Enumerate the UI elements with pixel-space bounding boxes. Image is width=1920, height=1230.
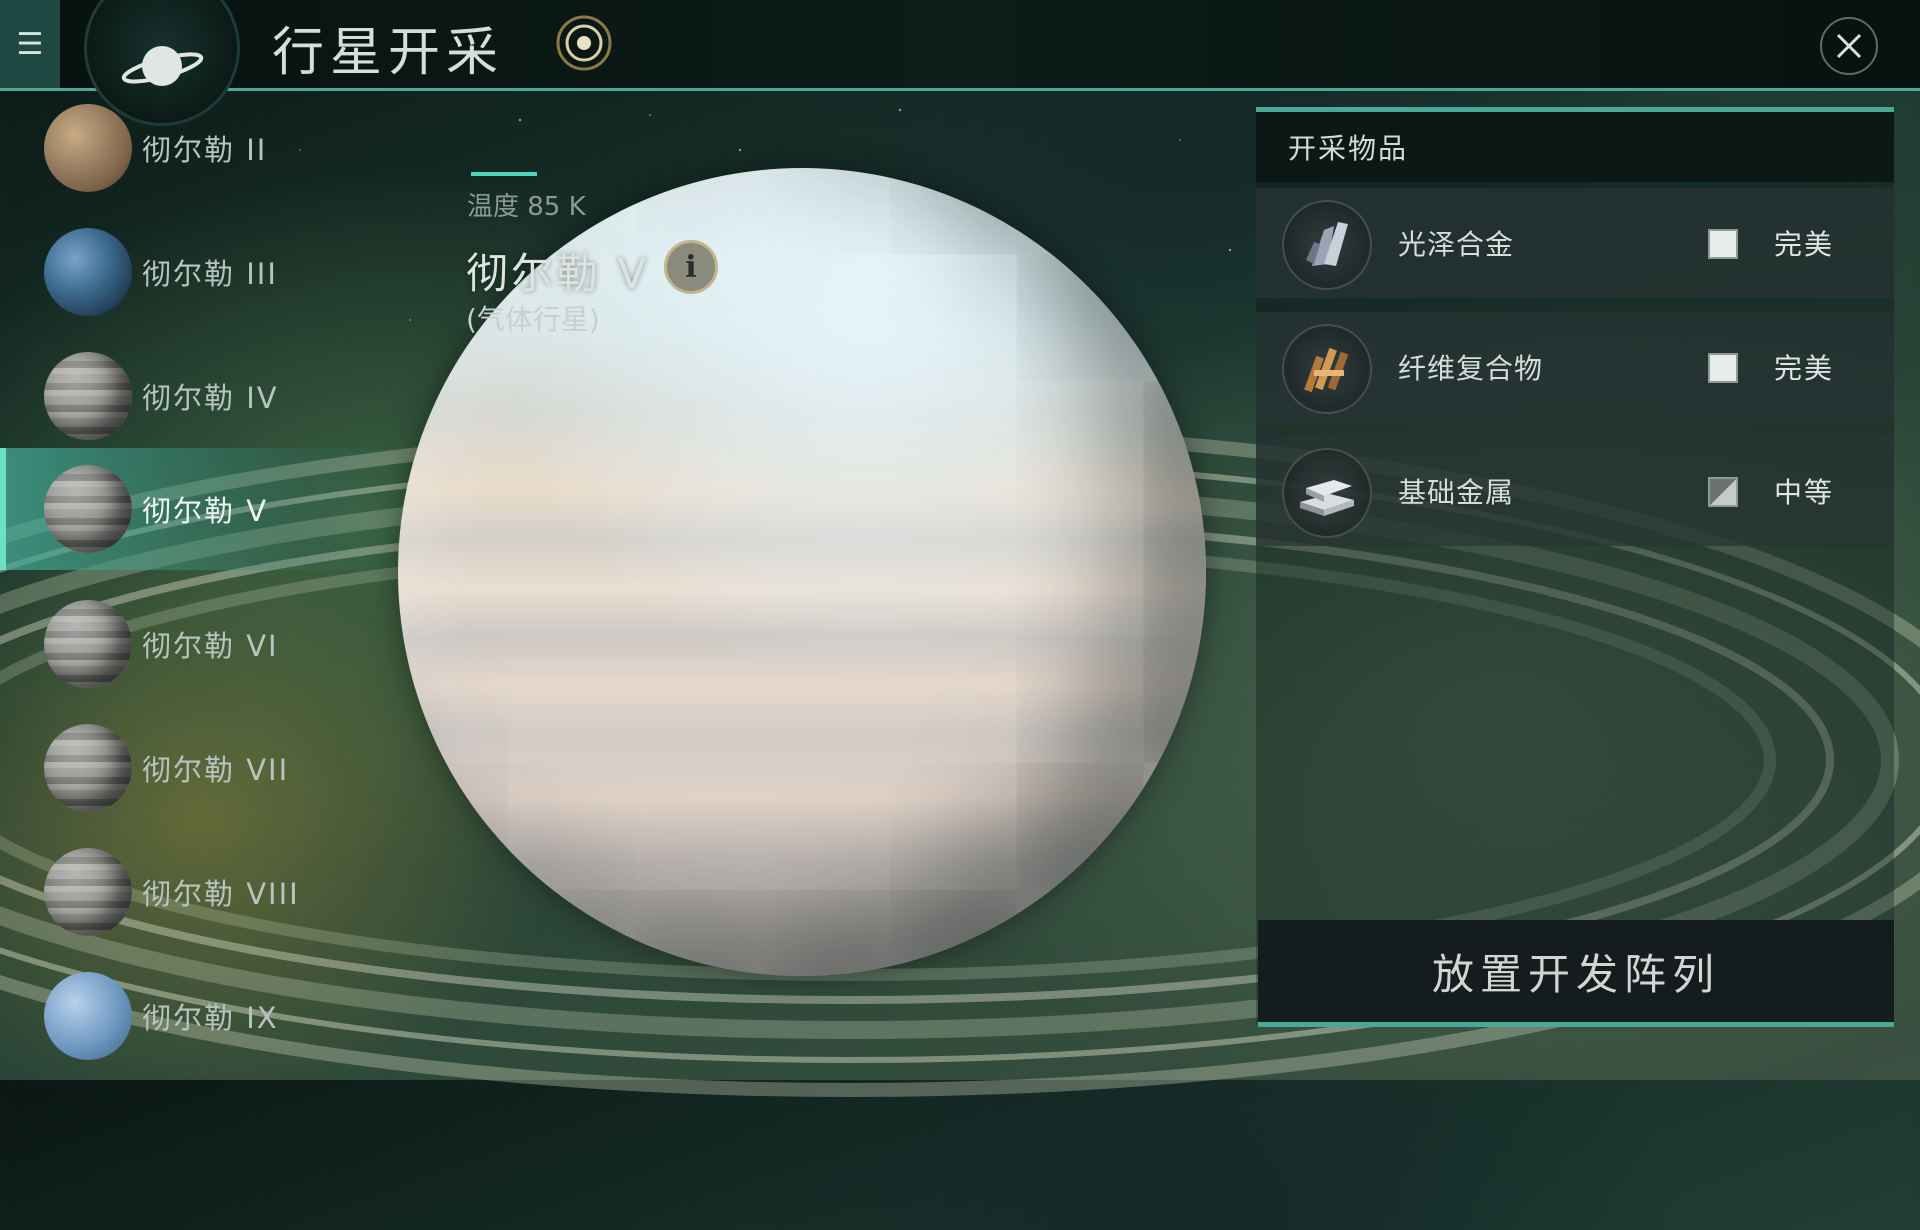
close-button[interactable] — [1820, 17, 1878, 75]
resource-row[interactable]: 基础金属 中等 — [1256, 436, 1894, 546]
resource-name: 光泽合金 — [1398, 228, 1515, 261]
planet-list-label: 彻尔勒 VI — [142, 629, 279, 663]
planet-thumbnail — [44, 600, 132, 688]
planet-name: 彻尔勒 V — [466, 249, 650, 298]
planet-list-label: 彻尔勒 VII — [142, 753, 290, 787]
temperature-label: 温度 85 K — [467, 192, 586, 222]
resource-row[interactable]: 纤维复合物 完美 — [1256, 312, 1894, 422]
deploy-array-button[interactable]: 放置开发阵列 — [1258, 920, 1894, 1027]
resource-name: 基础金属 — [1398, 476, 1515, 509]
planet-list-label: 彻尔勒 II — [142, 133, 268, 167]
resource-grade: 完美 — [1774, 228, 1835, 261]
planet-list-item[interactable]: 彻尔勒 IV — [0, 336, 420, 456]
planet-list-item[interactable]: 彻尔勒 III — [0, 212, 420, 332]
planet-list-label: 彻尔勒 III — [142, 257, 278, 291]
planet-list-label: 彻尔勒 IV — [142, 381, 279, 415]
close-icon — [1836, 33, 1862, 59]
planet-thumbnail — [44, 104, 132, 192]
planet-list-item[interactable]: 彻尔勒 IX — [0, 956, 420, 1076]
planet-thumbnail — [44, 724, 132, 812]
panel-title: 开采物品 — [1288, 132, 1409, 165]
fiber-composite-icon — [1282, 324, 1372, 414]
resource-row[interactable]: 光泽合金 完美 — [1256, 188, 1894, 298]
info-icon[interactable]: i — [664, 240, 718, 294]
planet-type: (气体行星) — [466, 303, 600, 336]
target-icon[interactable] — [555, 14, 613, 72]
planet-list-item[interactable]: 彻尔勒 VIII — [0, 832, 420, 952]
planet-list-item[interactable]: 彻尔勒 VII — [0, 708, 420, 828]
planet-list-item-selected[interactable]: 彻尔勒 V — [0, 448, 420, 570]
planet-thumbnail — [44, 352, 132, 440]
panel-header: 开采物品 — [1256, 112, 1894, 182]
top-bar: ☰ 行星开采 — [0, 0, 1920, 126]
resource-grade: 中等 — [1774, 476, 1835, 509]
planet-thumbnail — [44, 972, 132, 1060]
planet-list-label: 彻尔勒 IX — [142, 1001, 279, 1035]
planet-list-label: 彻尔勒 VIII — [142, 877, 300, 911]
page-title: 行星开采 — [272, 23, 505, 83]
planet-thumbnail — [44, 228, 132, 316]
resource-grade: 完美 — [1774, 352, 1835, 385]
mining-items-panel: 开采物品 光泽合金 完美 纤维复合物 完美 基础金属 中等 — [1256, 107, 1894, 1024]
selection-indicator — [0, 448, 6, 570]
temperature-accent-line — [471, 172, 537, 176]
resource-quality-indicator — [1708, 353, 1738, 383]
planet-list-item[interactable]: 彻尔勒 II — [0, 88, 420, 208]
planet-thumbnail — [44, 465, 132, 553]
menu-button[interactable]: ☰ — [0, 0, 60, 88]
alloy-crystal-icon — [1282, 200, 1372, 290]
resource-quality-indicator — [1708, 477, 1738, 507]
planet-thumbnail — [44, 848, 132, 936]
menu-icon: ☰ — [16, 26, 44, 62]
resource-name: 纤维复合物 — [1398, 352, 1544, 385]
planet-list-item[interactable]: 彻尔勒 VI — [0, 584, 420, 704]
metal-ingot-icon — [1282, 448, 1372, 538]
planet-list-label: 彻尔勒 V — [142, 494, 269, 528]
resource-quality-indicator — [1708, 229, 1738, 259]
